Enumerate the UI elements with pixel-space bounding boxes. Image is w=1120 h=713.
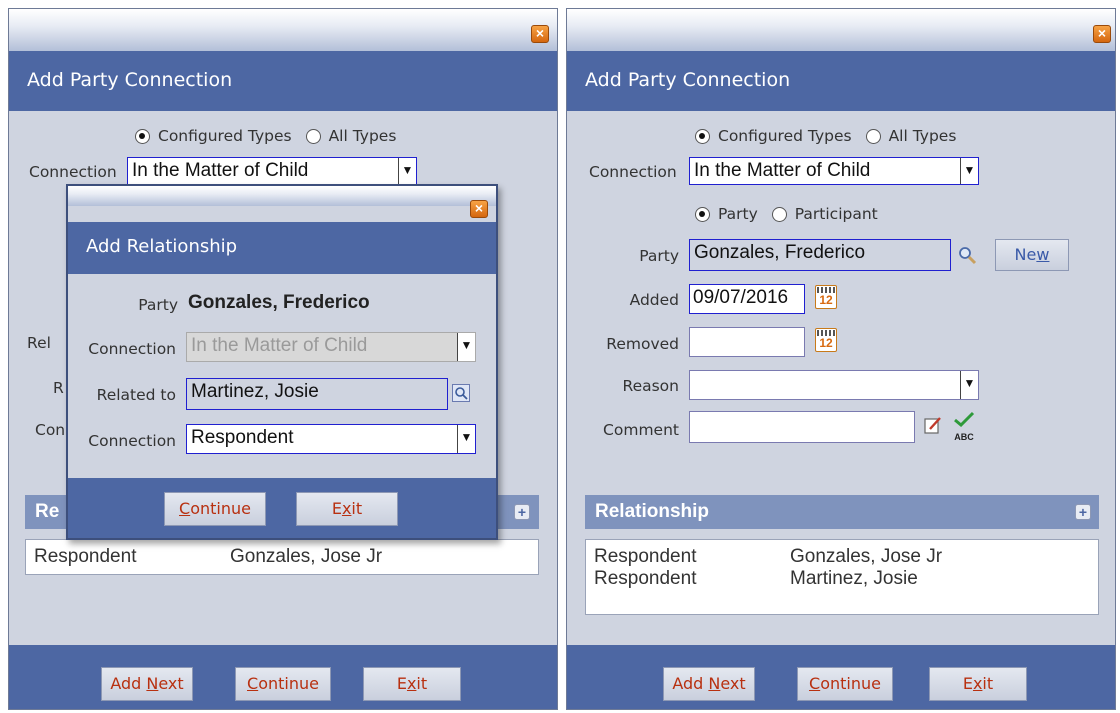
connection-select[interactable]: In the Matter of Child ▼ — [689, 157, 979, 185]
spellcheck-label: ABC — [954, 432, 974, 442]
radio-configured-label: Configured Types — [158, 127, 292, 145]
radio-configured-label: Configured Types — [718, 127, 852, 145]
removed-date-field[interactable] — [689, 327, 805, 357]
connection-value: In the Matter of Child — [132, 160, 309, 181]
comment-label: Comment — [603, 421, 679, 439]
spellcheck-icon[interactable]: ABC — [951, 411, 977, 442]
radio-all-label: All Types — [328, 127, 397, 145]
reason-label: Reason — [622, 377, 680, 395]
modal-connection2-label: Connection — [88, 432, 176, 450]
chevron-down-icon[interactable]: ▼ — [398, 158, 416, 184]
add-next-button[interactable]: Add Next — [663, 667, 755, 701]
partial-label-removed: Rel — [27, 334, 51, 352]
radio-all-label: All Types — [888, 127, 957, 145]
radio-participant[interactable] — [771, 206, 787, 222]
party-label: Party — [639, 247, 679, 265]
modal-party-label: Party — [138, 296, 178, 314]
added-label: Added — [629, 291, 679, 309]
connection-select[interactable]: In the Matter of Child ▼ — [127, 157, 417, 185]
modal-title: Add Relationship — [68, 222, 496, 274]
partial-label-comment: Con — [35, 421, 66, 439]
right-dialog: × Add Party Connection Configured Types … — [566, 8, 1116, 710]
relationship-name: Gonzales, Jose Jr — [230, 546, 383, 567]
relationship-type: Respondent — [594, 568, 697, 589]
calendar-icon[interactable]: 12 — [815, 285, 837, 309]
relationship-name: Gonzales, Jose Jr — [790, 546, 943, 567]
modal-connection-label: Connection — [88, 340, 176, 358]
connection-label: Connection — [589, 163, 677, 181]
search-icon[interactable] — [957, 245, 977, 265]
add-next-button[interactable]: Add Next — [101, 667, 193, 701]
radio-all-types[interactable] — [305, 128, 321, 144]
add-relationship-icon[interactable]: + — [514, 504, 530, 520]
radio-configured-types[interactable] — [135, 128, 150, 144]
added-date-field[interactable]: 09/07/2016 — [689, 284, 805, 314]
new-party-button[interactable]: New — [995, 239, 1069, 271]
related-to-field[interactable]: Martinez, Josie — [186, 378, 448, 410]
relationship-name: Martinez, Josie — [790, 568, 918, 589]
related-to-label: Related to — [96, 386, 176, 404]
relationship-type: Respondent — [594, 546, 697, 567]
chevron-down-icon[interactable]: ▼ — [457, 425, 475, 453]
exit-button[interactable]: Exit — [929, 667, 1027, 701]
close-icon[interactable]: × — [470, 200, 488, 218]
removed-label: Removed — [606, 335, 679, 353]
relationship-section-header: Relationship — [585, 495, 1099, 529]
dialog-title: Add Party Connection — [567, 51, 1115, 111]
continue-button[interactable]: Continue — [235, 667, 331, 701]
modal-party-value: Gonzales, Frederico — [188, 292, 370, 313]
list-item[interactable]: Respondent Gonzales, Jose Jr — [594, 546, 1090, 568]
search-icon[interactable] — [452, 384, 470, 402]
radio-configured-types[interactable] — [695, 128, 710, 144]
comment-field[interactable] — [689, 411, 915, 443]
radio-party[interactable] — [695, 206, 710, 222]
radio-all-types[interactable] — [865, 128, 881, 144]
add-relationship-dialog: × Add Relationship Party Gonzales, Frede… — [66, 184, 498, 540]
party-type-radios: Party Participant — [695, 205, 878, 223]
connection-value: In the Matter of Child — [694, 160, 871, 181]
relationship-type: Respondent — [34, 546, 137, 567]
connection-type-radios: Configured Types All Types — [135, 127, 396, 145]
close-icon[interactable]: × — [1093, 25, 1111, 43]
chevron-down-icon[interactable]: ▼ — [960, 371, 978, 399]
modal-connection-value: In the Matter of Child — [191, 335, 368, 356]
modal-exit-button[interactable]: Exit — [296, 492, 398, 526]
relationship-list: Respondent Gonzales, Jose Jr Respondent … — [585, 539, 1099, 615]
partial-label-reason: R — [53, 379, 64, 397]
modal-continue-button[interactable]: Continue — [164, 492, 266, 526]
list-item[interactable]: Respondent Gonzales, Jose Jr — [34, 546, 530, 568]
modal-connection-select: In the Matter of Child ▼ — [186, 332, 476, 362]
exit-button[interactable]: Exit — [363, 667, 461, 701]
list-item[interactable]: Respondent Martinez, Josie — [594, 568, 1090, 590]
chevron-down-icon[interactable]: ▼ — [960, 158, 978, 184]
party-field[interactable]: Gonzales, Frederico — [689, 239, 951, 271]
dialog-title: Add Party Connection — [9, 51, 557, 111]
connection-label: Connection — [29, 163, 117, 181]
modal-chrome — [68, 186, 496, 206]
chevron-down-icon: ▼ — [457, 333, 475, 361]
window-chrome — [567, 9, 1115, 51]
radio-party-label: Party — [718, 205, 758, 223]
relationship-list: Respondent Gonzales, Jose Jr — [25, 539, 539, 575]
modal-button-bar — [68, 478, 496, 538]
modal-connection2-value: Respondent — [191, 427, 294, 448]
close-icon[interactable]: × — [531, 25, 549, 43]
modal-connection2-select[interactable]: Respondent ▼ — [186, 424, 476, 454]
radio-participant-label: Participant — [794, 205, 878, 223]
continue-button[interactable]: Continue — [797, 667, 893, 701]
add-relationship-icon[interactable]: + — [1075, 504, 1091, 520]
connection-type-radios: Configured Types All Types — [695, 127, 956, 145]
edit-note-icon[interactable] — [923, 415, 943, 435]
reason-select[interactable]: ▼ — [689, 370, 979, 400]
window-chrome — [9, 9, 557, 51]
calendar-icon[interactable]: 12 — [815, 328, 837, 352]
